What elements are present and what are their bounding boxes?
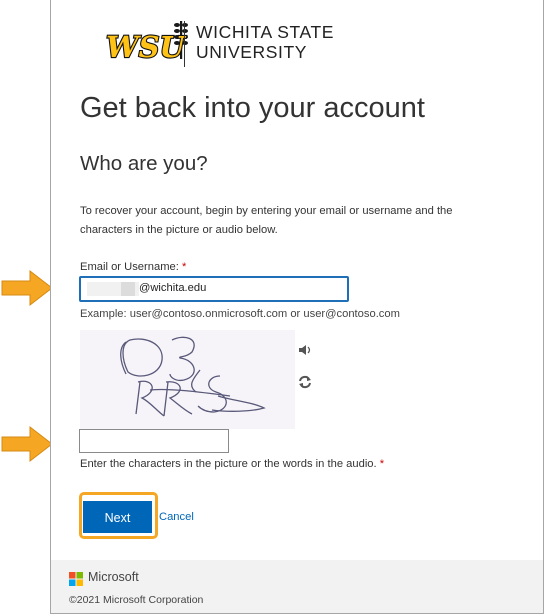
microsoft-brand: Microsoft bbox=[88, 570, 139, 584]
logo-divider bbox=[184, 21, 185, 67]
email-example-text: Example: user@contoso.onmicrosoft.com or… bbox=[80, 308, 400, 320]
microsoft-logo-icon bbox=[69, 572, 83, 586]
highlight-arrow-captcha bbox=[1, 425, 53, 463]
university-name: Wichita State University bbox=[196, 22, 335, 62]
captcha-image bbox=[80, 330, 295, 429]
svg-text:WSU: WSU bbox=[106, 30, 187, 64]
required-mark: * bbox=[379, 458, 385, 470]
email-label: Email or Username: * bbox=[80, 261, 187, 273]
speaker-icon[interactable] bbox=[298, 343, 312, 357]
instructions-text: To recover your account, begin by enteri… bbox=[80, 205, 453, 236]
captcha-input[interactable] bbox=[79, 429, 229, 453]
email-value: @wichita.edu bbox=[139, 282, 207, 294]
email-input[interactable]: @wichita.edu bbox=[79, 276, 349, 302]
copyright-text: ©2021 Microsoft Corporation bbox=[69, 594, 204, 606]
highlight-arrow-email bbox=[1, 269, 53, 307]
required-mark: * bbox=[181, 261, 187, 273]
next-button[interactable]: Next bbox=[83, 501, 152, 533]
captcha-help-text: Enter the characters in the picture or t… bbox=[80, 458, 385, 470]
cancel-link[interactable]: Cancel bbox=[159, 511, 194, 523]
redacted-text bbox=[121, 282, 135, 296]
refresh-icon[interactable] bbox=[298, 374, 312, 390]
page-subtitle: Who are you? bbox=[80, 152, 208, 175]
footer: Microsoft ©2021 Microsoft Corporation bbox=[51, 560, 543, 613]
recovery-panel: WSU Wichita State University Get back in… bbox=[50, 0, 544, 614]
page-title: Get back into your account bbox=[80, 92, 425, 124]
